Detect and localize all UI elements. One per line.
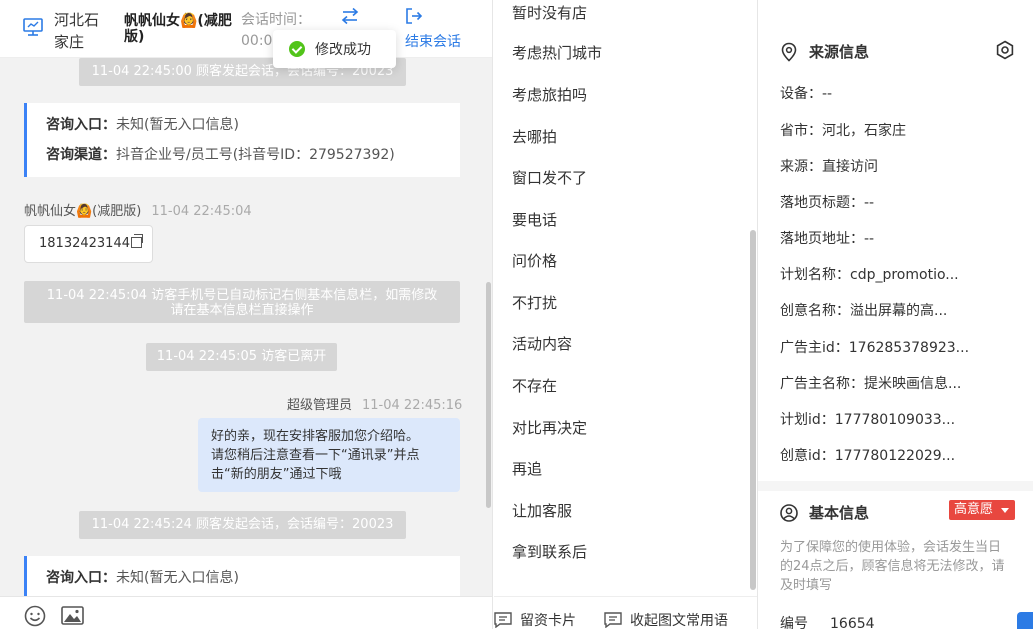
chat-toolbar — [0, 596, 492, 629]
consult-entry-label: 咨询入口： — [46, 570, 116, 586]
consult-channel-value: 抖音企业号/员工号(抖音号ID：279527392) — [116, 147, 395, 163]
visitor-location: 河北石家庄 — [54, 11, 100, 51]
quick-reply-item[interactable]: 不打扰 — [512, 292, 557, 313]
quick-reply-item[interactable]: 让加客服 — [512, 500, 572, 521]
monitor-icon — [23, 18, 43, 36]
logout-icon — [406, 8, 423, 24]
system-message-visitor-left: 11-04 22:45:05 访客已离开 — [146, 343, 337, 371]
edit-deadline-note: 为了保障您的使用体验，会话发生当日的24点之后，顾客信息将无法修改，请及时填写 — [780, 540, 1005, 593]
visitor-sender-line: 帆帆仙女🙆(减肥版) 11-04 22:45:04 — [24, 200, 252, 219]
customer-info-panel: 来源信息 设备：-- 省市：河北，石家庄 来源：直接访问 落地页标题：-- 落地… — [758, 0, 1033, 629]
quick-replies-panel: 暂时没有店 考虑热门城市 考虑旅拍吗 去哪拍 窗口发不了 要电话 问价格 不打扰… — [494, 0, 758, 629]
quick-reply-item[interactable]: 去哪拍 — [512, 126, 557, 147]
caret-down-icon — [1001, 508, 1009, 513]
copy-icon[interactable] — [130, 234, 143, 248]
source-field-plan-id: 计划id：177780109033... — [780, 412, 956, 428]
agent-sender-line: 超级管理员 11-04 22:45:16 — [287, 394, 462, 413]
consult-entry-value: 未知(暂无入口信息) — [116, 117, 239, 133]
image-icon[interactable] — [61, 606, 84, 625]
system-message: 11-04 22:45:24 顾客发起会话，会话编号：20023 — [79, 511, 406, 539]
source-field-creative-name: 创意名称：溢出屏幕的高... — [780, 303, 948, 319]
quick-reply-item[interactable]: 要电话 — [512, 209, 557, 230]
chat-scrollbar[interactable] — [486, 282, 491, 508]
consult-entry-row: 咨询入口：未知(暂无入口信息) — [46, 567, 460, 597]
agent-message-line: 请您稍后注意查看一下“通讯录”并点 — [211, 448, 420, 463]
quick-reply-item[interactable]: 对比再决定 — [512, 417, 587, 438]
session-time-value: 00:0 — [241, 33, 273, 49]
chat-header: 河北石家庄 帆帆仙女🙆(减肥版) 会话时间： 00:0 结束会话 — [0, 0, 492, 58]
toast-text: 修改成功 — [315, 42, 371, 58]
visitor-sender-name: 帆帆仙女🙆(减肥版) — [24, 204, 142, 219]
quick-reply-item[interactable]: 不存在 — [512, 375, 557, 396]
source-field-advertiser-id: 广告主id：176285378923... — [780, 340, 970, 356]
quick-replies-scrollbar[interactable] — [750, 230, 756, 590]
intent-level-value: 高意愿 — [954, 502, 994, 517]
phone-message-bubble: 18132423144 — [24, 225, 153, 263]
source-field-landing-url: 落地页地址：-- — [780, 231, 875, 247]
quick-reply-item[interactable]: 窗口发不了 — [512, 167, 587, 188]
customer-number-label: 编号 — [780, 616, 808, 629]
system-message-phone-tag: 11-04 22:45:04 访客手机号已自动标记右侧基本信息栏，如需修改 请在… — [24, 281, 460, 323]
source-field-origin: 来源：直接访问 — [780, 159, 878, 175]
transfer-icon[interactable] — [341, 7, 359, 25]
consult-entry-value: 未知(暂无入口信息) — [116, 570, 239, 586]
source-field-plan-name: 计划名称：cdp_promotio... — [780, 267, 959, 283]
visitor-name: 帆帆仙女🙆(减肥版) — [124, 13, 232, 45]
collapse-phrases-button[interactable]: 收起图文常用语 — [604, 610, 728, 629]
message-list-icon — [604, 612, 622, 628]
agent-sender-name: 超级管理员 — [287, 398, 353, 413]
chat-panel: 河北石家庄 帆帆仙女🙆(减肥版) 会话时间： 00:0 结束会话 修改成功 11… — [0, 0, 493, 629]
intent-level-dropdown[interactable]: 高意愿 — [949, 500, 1015, 520]
agent-message-line: 击“新的朋友”通过下哦 — [211, 467, 342, 482]
source-info-title: 来源信息 — [780, 41, 869, 62]
user-circle-icon — [780, 503, 798, 522]
source-info-label: 来源信息 — [809, 43, 870, 61]
consult-channel-label: 咨询渠道： — [46, 147, 116, 163]
customer-number-value: 16654 — [830, 616, 875, 629]
section-divider — [758, 481, 1033, 491]
settings-icon[interactable] — [995, 40, 1015, 60]
source-field-region: 省市：河北，石家庄 — [780, 123, 906, 139]
agent-message-line: 好的亲，现在安排客服加您介绍哈。 — [211, 429, 420, 444]
quick-reply-item[interactable]: 考虑旅拍吗 — [512, 84, 587, 105]
consult-channel-row: 咨询渠道：抖音企业号/员工号(抖音号ID：279527392) — [46, 144, 460, 174]
end-session-label: 结束会话 — [405, 34, 461, 50]
floating-action-button[interactable] — [1017, 612, 1033, 629]
session-time-label: 会话时间： — [241, 12, 311, 28]
agent-message-time: 11-04 22:45:16 — [362, 398, 463, 413]
end-session-button[interactable]: 结束会话 — [405, 7, 475, 51]
visitor-message-time: 11-04 22:45:04 — [151, 204, 252, 219]
emoji-icon[interactable] — [24, 605, 46, 627]
system-message-line: 请在基本信息栏直接操作 — [170, 303, 314, 318]
lead-card-button[interactable]: 留资卡片 — [494, 610, 576, 629]
quick-reply-item[interactable]: 再追 — [512, 458, 542, 479]
consult-info-card: 咨询入口：未知(暂无入口信息) 咨询渠道：抖音企业号/员工号(抖音号ID：279… — [24, 103, 460, 177]
lead-card-label: 留资卡片 — [520, 613, 576, 629]
system-message-line: 11-04 22:45:04 访客手机号已自动标记右侧基本信息栏，如需修改 — [46, 288, 438, 303]
consult-entry-label: 咨询入口： — [46, 117, 116, 133]
consult-entry-row: 咨询入口：未知(暂无入口信息) — [46, 114, 460, 144]
success-check-icon — [289, 41, 305, 57]
basic-info-label: 基本信息 — [809, 504, 870, 522]
quick-reply-item[interactable]: 暂时没有店 — [512, 2, 587, 23]
collapse-phrases-label: 收起图文常用语 — [630, 613, 728, 629]
agent-message-bubble: 好的亲，现在安排客服加您介绍哈。 请您稍后注意查看一下“通讯录”并点 击“新的朋… — [198, 418, 460, 492]
quick-reply-item[interactable]: 问价格 — [512, 250, 557, 271]
quick-reply-item[interactable]: 活动内容 — [512, 333, 572, 354]
source-field-creative-id: 创意id：177780122029... — [780, 448, 956, 464]
success-toast: 修改成功 — [273, 30, 396, 68]
source-field-device: 设备：-- — [780, 86, 833, 102]
quick-reply-item[interactable]: 拿到联系后 — [512, 541, 587, 562]
source-field-landing-title: 落地页标题：-- — [780, 195, 875, 211]
consult-info-card: 咨询入口：未知(暂无入口信息) — [24, 556, 460, 596]
basic-info-title: 基本信息 — [780, 502, 869, 523]
customer-number-row: 编号 16654 — [780, 613, 875, 629]
quick-reply-item[interactable]: 考虑热门城市 — [512, 42, 602, 63]
quick-replies-footer: 留资卡片 收起图文常用语 — [494, 596, 757, 629]
source-field-advertiser-name: 广告主名称：提米映画信息... — [780, 376, 962, 392]
message-card-icon — [494, 612, 512, 628]
phone-number: 18132423144 — [39, 236, 130, 251]
location-pin-icon — [781, 42, 797, 62]
